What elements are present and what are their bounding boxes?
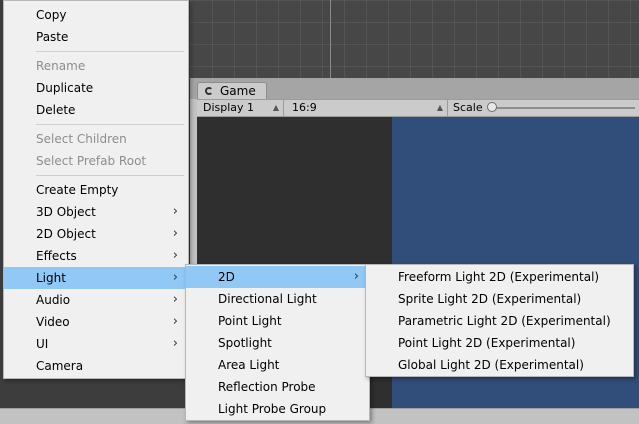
- menu-item-label: Sprite Light 2D (Experimental): [398, 292, 582, 306]
- menu-item-video[interactable]: Video ›: [4, 311, 188, 333]
- aspect-dropdown-value: 16:9: [292, 101, 317, 114]
- menu-item-label: Select Prefab Root: [36, 154, 147, 168]
- menu-item-rename[interactable]: Rename: [4, 55, 188, 77]
- menu-item-label: Video: [36, 315, 70, 329]
- light-submenu: 2D › Directional Light Point Light Spotlight…: [185, 264, 370, 421]
- chevron-right-icon: ›: [172, 292, 178, 307]
- menu-item-effects[interactable]: Effects ›: [4, 245, 188, 267]
- scale-label: Scale: [453, 101, 483, 114]
- game-view-toolbar: Display 1 ▲︎ 16:9 ▲︎ Scale: [197, 99, 639, 117]
- light2d-item-point-light-2d-experimental[interactable]: Point Light 2D (Experimental): [366, 332, 633, 354]
- menu-item-select-children[interactable]: Select Children: [4, 128, 188, 150]
- light-2d-submenu: Freeform Light 2D (Experimental) Sprite L…: [365, 264, 634, 377]
- light-item-light-probe-group[interactable]: Light Probe Group: [186, 398, 369, 420]
- light2d-item-freeform-light-2d-experimental[interactable]: Freeform Light 2D (Experimental): [366, 266, 633, 288]
- menu-item-label: Audio: [36, 293, 71, 307]
- dropdown-arrows-icon: ▲︎: [436, 103, 443, 112]
- chevron-right-icon: ›: [172, 248, 178, 263]
- menu-separator: [36, 175, 184, 176]
- menu-item-label: Spotlight: [218, 336, 272, 350]
- game-controller-icon: [205, 87, 213, 95]
- chevron-right-icon: ›: [353, 269, 359, 284]
- menu-item-create-empty[interactable]: Create Empty: [4, 179, 188, 201]
- menu-item-delete[interactable]: Delete: [4, 99, 188, 121]
- menu-item-label: Freeform Light 2D (Experimental): [398, 270, 600, 284]
- menu-item-label: Reflection Probe: [218, 380, 316, 394]
- menu-item-light[interactable]: Light ›: [4, 267, 188, 289]
- menu-separator: [36, 124, 184, 125]
- light-item-point-light[interactable]: Point Light: [186, 310, 369, 332]
- menu-item-label: Point Light: [218, 314, 282, 328]
- light-item-2d[interactable]: 2D ›: [186, 266, 369, 288]
- light-item-reflection-probe[interactable]: Reflection Probe: [186, 376, 369, 398]
- hierarchy-context-menu: Copy Paste Rename Duplicate Delete Select Chi…: [3, 0, 189, 379]
- menu-item-3d-object[interactable]: 3D Object ›: [4, 201, 188, 223]
- menu-item-label: Rename: [36, 59, 86, 73]
- menu-item-label: Directional Light: [218, 292, 317, 306]
- light-item-directional-light[interactable]: Directional Light: [186, 288, 369, 310]
- menu-item-duplicate[interactable]: Duplicate: [4, 77, 188, 99]
- scene-axis-line: [330, 0, 331, 78]
- light2d-item-global-light-2d-experimental[interactable]: Global Light 2D (Experimental): [366, 354, 633, 376]
- light-item-area-light[interactable]: Area Light: [186, 354, 369, 376]
- light-item-spotlight[interactable]: Spotlight: [186, 332, 369, 354]
- chevron-right-icon: ›: [172, 336, 178, 351]
- menu-item-label: 3D Object: [36, 205, 96, 219]
- menu-item-ui[interactable]: UI ›: [4, 333, 188, 355]
- menu-item-label: Global Light 2D (Experimental): [398, 358, 584, 372]
- menu-item-audio[interactable]: Audio ›: [4, 289, 188, 311]
- light2d-item-parametric-light-2d-experimental[interactable]: Parametric Light 2D (Experimental): [366, 310, 633, 332]
- menu-item-label: Light Probe Group: [218, 402, 327, 416]
- menu-separator: [36, 51, 184, 52]
- display-dropdown[interactable]: Display 1 ▲︎: [197, 100, 284, 116]
- menu-item-label: 2D: [218, 270, 235, 284]
- menu-item-select-prefab-root[interactable]: Select Prefab Root: [4, 150, 188, 172]
- menu-item-label: Light: [36, 271, 66, 285]
- game-tab-label: Game: [220, 84, 256, 98]
- chevron-right-icon: ›: [172, 270, 178, 285]
- dropdown-arrows-icon: ▲︎: [272, 103, 279, 112]
- menu-item-label: Parametric Light 2D (Experimental): [398, 314, 611, 328]
- menu-item-label: Camera: [36, 359, 84, 373]
- display-dropdown-value: Display 1: [203, 101, 255, 114]
- aspect-ratio-dropdown[interactable]: 16:9 ▲︎: [286, 100, 448, 116]
- scale-slider-thumb[interactable]: [487, 102, 497, 112]
- menu-item-label: Paste: [36, 30, 69, 44]
- scale-slider-track[interactable]: [491, 107, 635, 109]
- scene-view-grid[interactable]: [190, 0, 639, 78]
- menu-item-label: Point Light 2D (Experimental): [398, 336, 576, 350]
- light2d-item-sprite-light-2d-experimental[interactable]: Sprite Light 2D (Experimental): [366, 288, 633, 310]
- menu-item-paste[interactable]: Paste: [4, 26, 188, 48]
- menu-item-label: UI: [36, 337, 49, 351]
- menu-item-camera[interactable]: Camera: [4, 355, 188, 377]
- menu-item-label: Create Empty: [36, 183, 119, 197]
- chevron-right-icon: ›: [172, 204, 178, 219]
- chevron-right-icon: ›: [172, 314, 178, 329]
- menu-item-label: Select Children: [36, 132, 127, 146]
- menu-item-label: Effects: [36, 249, 77, 263]
- menu-item-2d-object[interactable]: 2D Object ›: [4, 223, 188, 245]
- menu-item-copy[interactable]: Copy: [4, 4, 188, 26]
- menu-item-label: Area Light: [218, 358, 280, 372]
- menu-item-label: Copy: [36, 8, 67, 22]
- menu-item-label: 2D Object: [36, 227, 96, 241]
- tab-game[interactable]: Game: [197, 82, 267, 100]
- menu-item-label: Delete: [36, 103, 76, 117]
- chevron-right-icon: ›: [172, 226, 178, 241]
- menu-item-label: Duplicate: [36, 81, 94, 95]
